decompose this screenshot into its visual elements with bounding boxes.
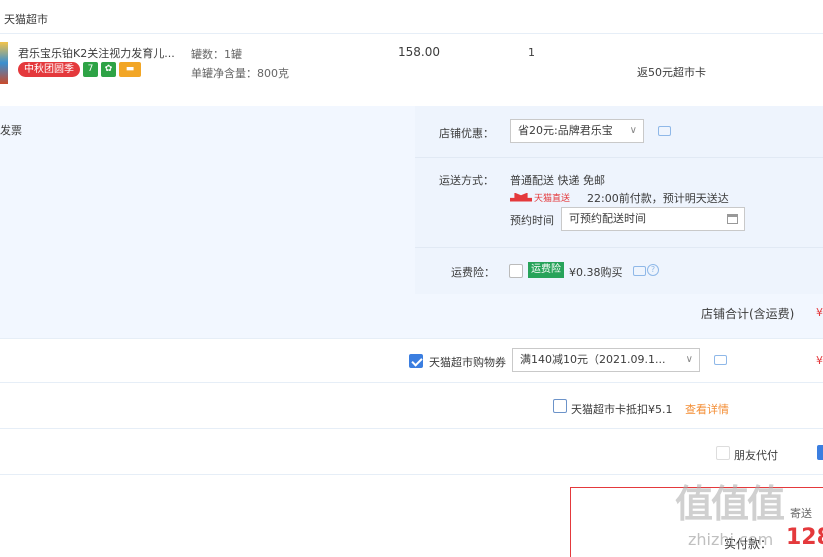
shop-total-row	[0, 294, 823, 338]
shop-discount-label: 店铺优惠：	[439, 127, 494, 140]
coupon-label: 天猫超市购物券	[429, 356, 506, 369]
divider	[0, 382, 823, 383]
appointment-time-input[interactable]: 可预约配送时间	[561, 207, 745, 231]
promo-tag-mid-autumn: 中秋团圆季	[18, 62, 80, 77]
tmall-direct-badge: 天猫直送	[510, 190, 570, 204]
divider	[415, 157, 823, 158]
insurance-price: ¥0.38购买	[569, 266, 623, 279]
divider	[0, 428, 823, 429]
unit-price: 158.00	[398, 45, 440, 59]
chevron-down-icon: ∨	[629, 125, 637, 136]
appointment-label: 预约时间	[510, 214, 554, 227]
promo-tags: 中秋团圆季 7 ✿ ▬	[18, 62, 141, 77]
quantity: 1	[528, 46, 535, 59]
shop-name: 天猫超市	[4, 13, 48, 26]
shipping-method: 普通配送 快递 免邮	[510, 174, 605, 187]
insurance-label: 运费险：	[451, 266, 495, 279]
friend-pay-checkbox[interactable]	[716, 446, 730, 460]
coupon-select[interactable]: 满140减10元（2021.09.1... ∨	[512, 348, 700, 372]
tmall-direct-text: 天猫直送	[534, 193, 571, 204]
delivery-note: 22:00前付款，预计明天送达	[587, 192, 729, 205]
card-deduct-label: 天猫超市卡抵扣¥5.1	[571, 403, 673, 416]
insurance-badge: 运费险	[528, 262, 564, 278]
product-count: 罐数：1罐	[191, 48, 242, 61]
card-icon: ▬	[119, 62, 141, 77]
tmall-flag-icon	[510, 192, 532, 202]
shipping-label: 运送方式：	[439, 174, 494, 187]
shop-discount-select[interactable]: 省20元:品牌君乐宝 ∨	[510, 119, 644, 143]
delivery-corner-text: 寄送	[790, 507, 812, 520]
divider	[0, 338, 823, 339]
invoice-label[interactable]: 发票	[0, 122, 22, 138]
insurance-checkbox[interactable]	[509, 264, 523, 278]
seven-day-return-icon: 7	[83, 62, 98, 77]
coupon-amount: ¥	[816, 354, 823, 367]
message-icon[interactable]	[633, 266, 646, 276]
coupon-checkbox[interactable]	[409, 354, 423, 368]
coupon-value: 满140减10元（2021.09.1...	[520, 353, 666, 366]
actual-pay-amount: 128	[786, 525, 823, 550]
watermark-logo: 值值值	[675, 482, 785, 526]
product-weight: 单罐净含量：800克	[191, 67, 289, 80]
option-toggle[interactable]	[817, 445, 823, 460]
card-details-link[interactable]: 查看详情	[685, 401, 729, 417]
message-icon[interactable]	[658, 126, 671, 136]
shop-total-label: 店铺合计(含运费)	[701, 307, 795, 321]
rebate-text: 返50元超市卡	[637, 66, 706, 79]
product-title[interactable]: 君乐宝乐铂K2关注视力发育儿...	[18, 45, 175, 61]
divider	[0, 33, 823, 34]
message-icon[interactable]	[714, 355, 727, 365]
help-icon[interactable]: ?	[647, 264, 659, 276]
watermark-url: zhizhi.com	[688, 530, 774, 549]
shop-total-amount: ¥	[816, 306, 823, 319]
divider	[415, 247, 823, 248]
shop-discount-value: 省20元:品牌君乐宝	[518, 124, 613, 137]
product-thumbnail[interactable]	[0, 42, 8, 84]
calendar-icon	[727, 214, 738, 224]
card-deduct-checkbox[interactable]	[553, 399, 567, 413]
chevron-down-icon: ∨	[685, 354, 693, 365]
friend-pay-label: 朋友代付	[734, 449, 778, 462]
guarantee-icon: ✿	[101, 62, 116, 77]
appointment-placeholder: 可预约配送时间	[569, 212, 646, 225]
